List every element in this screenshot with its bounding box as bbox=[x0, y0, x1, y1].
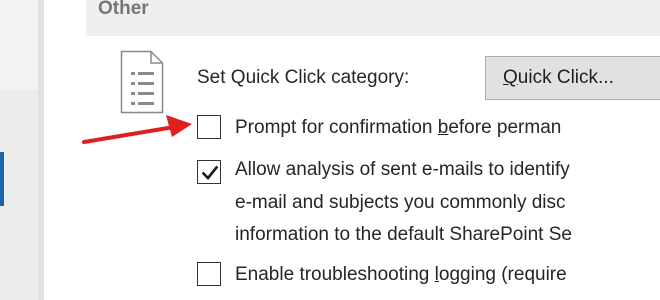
navigation-selected-indicator bbox=[0, 152, 4, 206]
quick-click-button[interactable]: Quick Click... bbox=[485, 56, 660, 100]
prompt-confirmation-text-2: efore perman bbox=[448, 117, 562, 138]
section-title: Other bbox=[98, 0, 149, 19]
troubleshooting-logging-text-1: Enable troubleshooting bbox=[235, 264, 435, 285]
navigation-pane-upper bbox=[0, 0, 38, 90]
prompt-confirmation-text-1: Prompt for confirmation bbox=[235, 117, 438, 138]
allow-analysis-label-line-1[interactable]: Allow analysis of sent e-mails to identi… bbox=[235, 158, 570, 182]
quick-click-label: Set Quick Click category: bbox=[197, 67, 410, 88]
allow-analysis-label-line-2[interactable]: e-mail and subjects you commonly disc bbox=[235, 191, 566, 215]
troubleshooting-logging-label[interactable]: Enable troubleshooting logging (require bbox=[235, 263, 567, 287]
document-list-icon bbox=[120, 50, 164, 114]
section-header-other: Other bbox=[86, 0, 660, 36]
troubleshooting-logging-text-2: ogging (require bbox=[438, 264, 567, 285]
troubleshooting-logging-checkbox[interactable] bbox=[197, 262, 221, 286]
quick-click-accel: Q bbox=[503, 67, 518, 88]
quick-click-button-rest: uick Click... bbox=[517, 67, 614, 88]
red-arrow-annotation bbox=[82, 115, 192, 144]
allow-analysis-checkbox[interactable] bbox=[197, 160, 221, 184]
checkmark-icon bbox=[201, 165, 219, 180]
prompt-confirmation-label[interactable]: Prompt for confirmation before perman bbox=[235, 116, 561, 140]
prompt-confirmation-accel: b bbox=[437, 117, 449, 138]
prompt-confirmation-checkbox[interactable] bbox=[197, 115, 221, 139]
options-content: Other Set Quick Click category: Quick Cl… bbox=[44, 0, 660, 300]
allow-analysis-label-line-3[interactable]: information to the default SharePoint Se bbox=[235, 223, 572, 247]
